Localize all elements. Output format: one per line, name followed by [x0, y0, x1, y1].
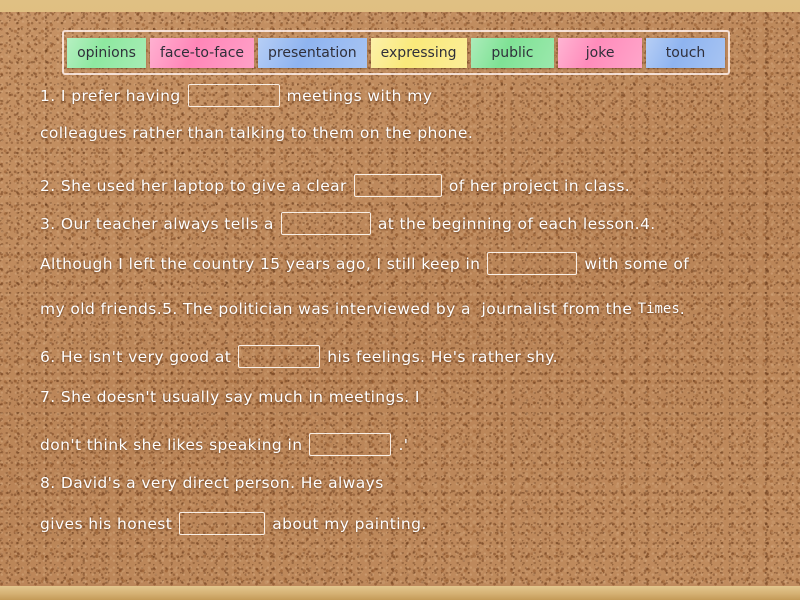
- word-bank-container: opinions face-to-face presentation expressi…: [62, 30, 730, 75]
- word-tile-label: presentation: [268, 44, 357, 61]
- sentence-text: 2. She used her laptop to give a clear: [40, 176, 347, 195]
- answer-blank-5[interactable]: [238, 345, 321, 368]
- word-tile-presentation[interactable]: presentation: [258, 37, 367, 68]
- sentence-text: 7. She doesn't usually say much in meeti…: [40, 388, 420, 406]
- sentence-text: meetings with my: [286, 86, 433, 105]
- sentence-line-9: don't think she likes speaking in .': [40, 433, 408, 456]
- word-tile-joke[interactable]: joke: [558, 37, 643, 68]
- answer-blank-6[interactable]: [309, 433, 392, 456]
- answer-blank-3[interactable]: [280, 212, 371, 235]
- sentence-emphasis-word: Times: [637, 301, 680, 317]
- answer-blank-2[interactable]: [353, 174, 442, 197]
- word-tile-label: expressing: [380, 44, 457, 61]
- word-tile-label: public: [491, 44, 534, 61]
- sentence-text: 8. David's a very direct person. He alwa…: [40, 474, 384, 492]
- sentence-line-10: 8. David's a very direct person. He alwa…: [40, 474, 384, 492]
- sentence-text: .: [679, 300, 686, 318]
- word-tile-public[interactable]: public: [470, 37, 555, 68]
- sentence-text: of her project in class.: [448, 176, 631, 195]
- word-tile-label: joke: [585, 44, 615, 61]
- sentence-line-4: 3. Our teacher always tells a at the begi…: [40, 212, 656, 235]
- sentence-line-5: Although I left the country 15 years ago…: [40, 252, 689, 275]
- sentence-text: .': [398, 435, 409, 454]
- word-tile-face-to-face[interactable]: face-to-face: [149, 37, 255, 68]
- sentence-text: Although I left the country 15 years ago…: [40, 254, 481, 273]
- word-tile-label: opinions: [77, 44, 136, 61]
- answer-blank-1[interactable]: [187, 84, 280, 107]
- sentence-text: my old friends.5. The politician was int…: [40, 300, 638, 318]
- sentence-line-6: my old friends.5. The politician was int…: [40, 300, 685, 318]
- sentence-text: with some of: [584, 254, 690, 273]
- sentence-text: gives his honest: [40, 514, 173, 533]
- answer-blank-7[interactable]: [179, 512, 266, 535]
- sentence-line-3: 2. She used her laptop to give a clear of…: [40, 174, 630, 197]
- sentence-text: 1. I prefer having: [40, 86, 181, 105]
- word-tile-opinions[interactable]: opinions: [67, 37, 146, 68]
- sentence-text: colleagues rather than talking to them o…: [40, 124, 474, 142]
- sentence-line-8: 7. She doesn't usually say much in meeti…: [40, 388, 420, 406]
- answer-blank-4[interactable]: [487, 252, 578, 275]
- sentence-text: 3. Our teacher always tells a: [40, 214, 274, 233]
- word-tile-expressing[interactable]: expressing: [370, 37, 467, 68]
- sentence-line-11: gives his honest about my painting.: [40, 512, 427, 535]
- word-tile-label: face-to-face: [159, 44, 245, 61]
- board-bottom-frame: [0, 586, 800, 600]
- sentence-line-7: 6. He isn't very good at his feelings. He…: [40, 345, 558, 368]
- word-tile-touch[interactable]: touch: [646, 37, 725, 68]
- sentence-text: at the beginning of each lesson.4.: [377, 214, 656, 233]
- sentence-text: 6. He isn't very good at: [40, 347, 232, 366]
- sentence-text: about my painting.: [272, 514, 427, 533]
- sentence-line-1: 1. I prefer having meetings with my: [40, 84, 432, 107]
- word-tile-label: touch: [665, 44, 706, 61]
- sentence-text: don't think she likes speaking in: [40, 435, 303, 454]
- sentence-line-2: colleagues rather than talking to them o…: [40, 124, 473, 142]
- worksheet-board: opinions face-to-face presentation expressi…: [0, 0, 800, 600]
- sentence-text: his feelings. He's rather shy.: [327, 347, 558, 366]
